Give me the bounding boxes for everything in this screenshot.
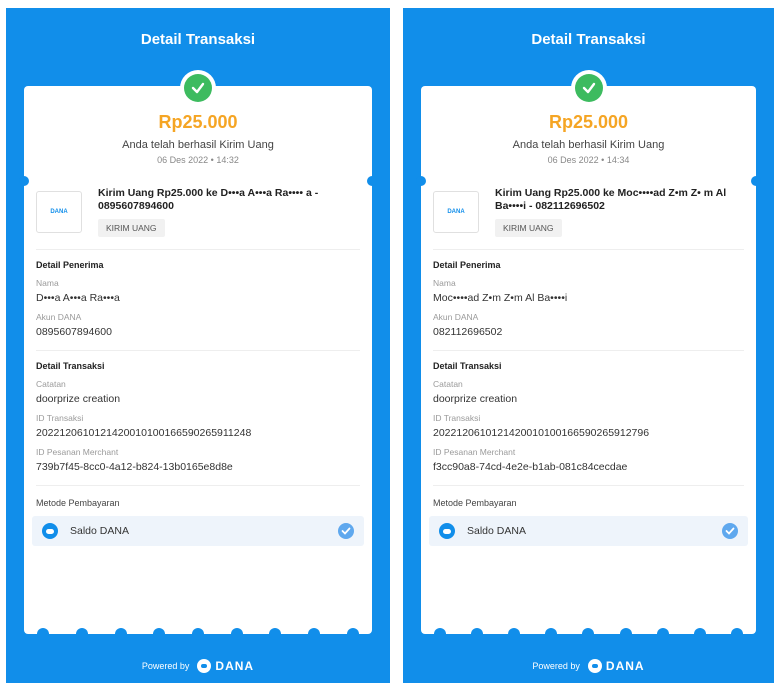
transaction-item: DANA Kirim Uang Rp25.000 ke Moc••••ad Z•… [433,187,744,237]
account-number: 0895607894600 [36,326,112,338]
divider [433,350,744,351]
transaction-screen-2: Detail Transaksi Rp25.000 Anda telah ber… [403,8,774,683]
divider [36,485,360,486]
success-message: Anda telah berhasil Kirim Uang [512,139,665,151]
dana-brand: DANA [587,659,645,673]
divider [433,485,744,486]
divider [36,350,360,351]
account-label: Akun DANA [433,312,479,322]
amount: Rp25.000 [548,112,629,132]
transaction-card: Rp25.000 Anda telah berhasil Kirim Uang … [19,70,377,640]
transaction-id-label: ID Transaksi [36,413,84,423]
recipient-name: Moc••••ad Z•m Z•m Al Ba••••i [433,292,568,304]
ticket-notch [416,176,426,186]
ticket-notch [367,176,377,186]
divider [36,249,360,250]
divider [433,249,744,250]
dana-brand-text: DANA [605,659,645,673]
selected-check-icon [338,523,354,539]
item-title: Kirim Uang Rp25.000 ke Moc••••ad Z•m Z• … [495,187,727,212]
merchant-id-label: ID Pesanan Merchant [36,447,119,457]
powered-by-footer: Powered by DANA [403,659,774,673]
note-label: Catatan [36,379,66,389]
payment-method-label: Metode Pembayaran [433,498,517,508]
recipient-name: D•••a A•••a Ra•••a [36,292,120,304]
account-label: Akun DANA [36,312,82,322]
note-value: doorprize creation [36,393,121,405]
check-icon [184,74,212,102]
transaction-id: 2022120610121420010100166590265912796 [433,427,650,439]
item-title: Kirim Uang Rp25.000 ke D•••a A•••a Ra•••… [98,187,319,212]
success-badge [180,70,216,106]
powered-by-text: Powered by [532,661,580,671]
transaction-datetime: 06 Des 2022 • 14:32 [157,155,239,165]
transaction-id: 2022120610121420010100166590265911248 [36,427,252,439]
ticket-notch [19,176,29,186]
transaction-item: DANA Kirim Uang Rp25.000 ke D•••a A•••a … [36,187,360,237]
recipient-name-label: Nama [36,278,59,288]
dana-brand: DANA [197,659,254,673]
payment-method[interactable]: Saldo DANA [429,516,748,546]
category-tag: KIRIM UANG [495,219,562,237]
transaction-card: Rp25.000 Anda telah berhasil Kirim Uang … [416,70,761,640]
category-tag: KIRIM UANG [98,219,165,237]
payment-method[interactable]: Saldo DANA [32,516,364,546]
ticket-edge [421,628,756,640]
payment-method-label: Metode Pembayaran [36,498,120,508]
transaction-screen-1: Detail Transaksi Rp25.000 Anda telah ber… [6,8,390,683]
wallet-icon [439,523,455,539]
powered-by-text: Powered by [141,661,190,671]
ticket-notch [751,176,761,186]
dana-mark-icon [197,659,212,673]
transaction-id-label: ID Transaksi [433,413,481,423]
dana-logo-icon: DANA [433,191,479,233]
note-label: Catatan [433,379,463,389]
amount: Rp25.000 [158,112,238,132]
section-recipient: Detail Penerima [433,260,501,270]
ticket-edge [24,628,372,640]
account-number: 082112696502 [433,326,503,338]
success-badge [570,70,607,106]
recipient-name-label: Nama [433,278,456,288]
merchant-id: 739b7f45-8cc0-4a12-b824-13b0165e8d8e [36,461,233,473]
check-icon [574,74,603,102]
payment-method-name: Saldo DANA [467,525,526,537]
note-value: doorprize creation [433,393,518,405]
powered-by-footer: Powered by DANA [6,659,390,673]
dana-logo-icon: DANA [36,191,82,233]
transaction-datetime: 06 Des 2022 • 14:34 [547,155,630,165]
section-transaction: Detail Transaksi [433,361,502,371]
section-transaction: Detail Transaksi [36,361,105,371]
success-message: Anda telah berhasil Kirim Uang [122,139,274,151]
payment-method-name: Saldo DANA [70,525,129,537]
logo-text: DANA [447,209,465,215]
merchant-id-label: ID Pesanan Merchant [433,447,516,457]
dana-brand-text: DANA [215,659,255,673]
merchant-id: f3cc90a8-74cd-4e2e-b1ab-081c84cecdae [433,461,628,473]
dana-mark-icon [587,659,602,673]
selected-check-icon [722,523,738,539]
wallet-icon [42,523,58,539]
section-recipient: Detail Penerima [36,260,104,270]
logo-text: DANA [50,209,68,215]
